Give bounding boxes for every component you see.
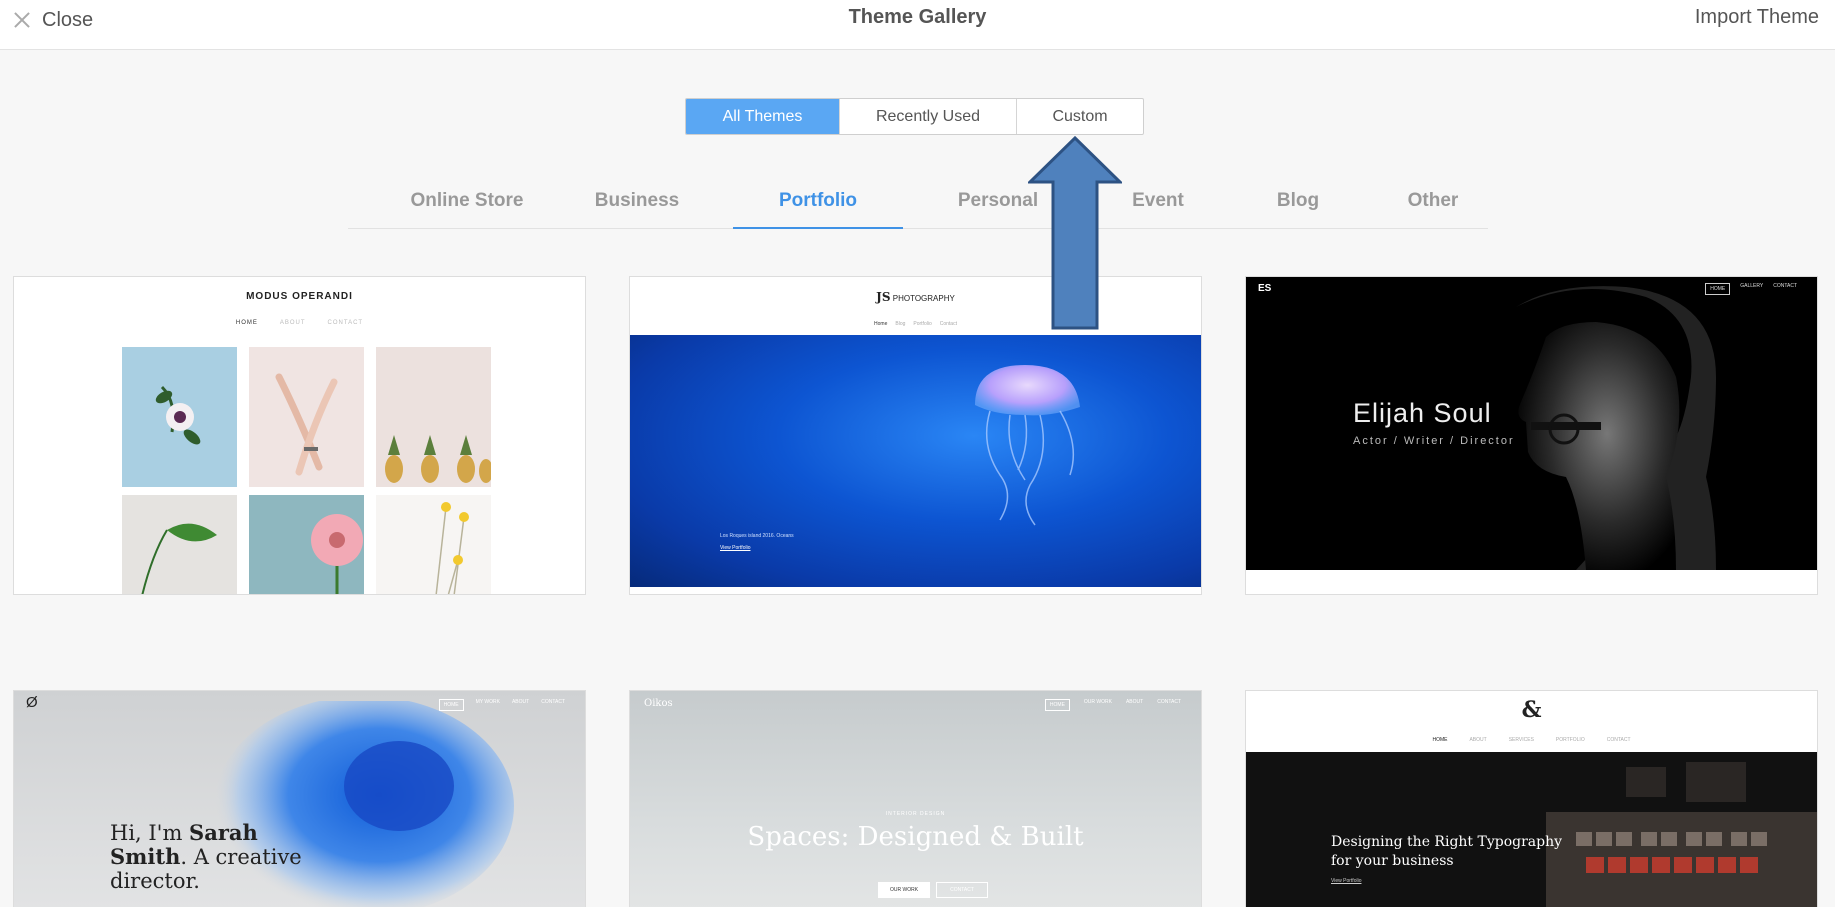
theme-nav: HOME ABOUT SERVICES PORTFOLIO CONTACT — [1246, 737, 1817, 743]
profile-portrait-illustration — [1516, 286, 1716, 570]
theme-nav-item: OUR WORK — [1083, 699, 1112, 705]
hero-kicker: INTERIOR DESIGN — [885, 811, 946, 817]
theme-nav-item: CONTACT — [1606, 737, 1631, 743]
theme-card-modus-operandi[interactable]: MODUS OPERANDI HOME ABOUT CONTACT — [13, 276, 586, 595]
theme-brand: MODUS OPERANDI — [246, 291, 353, 302]
theme-logo: & — [1521, 697, 1542, 723]
gerbera-photo — [249, 495, 364, 594]
theme-nav: HOME OUR WORK ABOUT CONTACT — [1044, 699, 1181, 711]
theme-nav-item: CONTACT — [1157, 699, 1181, 705]
hero-headline: Spaces: Designed & Built — [747, 822, 1084, 852]
theme-initials: ES — [1258, 283, 1272, 294]
hero-text: director. — [110, 869, 200, 893]
hero-text: for your business — [1331, 853, 1454, 869]
theme-card-spaces[interactable]: Oikos HOME OUR WORK ABOUT CONTACT INTERI… — [629, 690, 1202, 907]
theme-nav: HOME ABOUT CONTACT — [14, 320, 585, 326]
hero-link: View Portfolio — [1331, 878, 1362, 884]
flower-photo — [122, 347, 237, 487]
tab-all-themes[interactable]: All Themes — [686, 99, 840, 134]
tab-blog[interactable]: Blog — [1238, 190, 1358, 229]
theme-filter-segmented-control: All Themes Recently Used Custom — [685, 98, 1144, 135]
tab-custom[interactable]: Custom — [1017, 99, 1143, 134]
close-label: Close — [42, 8, 94, 31]
theme-nav-item: HOME — [438, 699, 464, 711]
tab-business[interactable]: Business — [567, 190, 707, 229]
theme-nav-item: MY WORK — [475, 699, 500, 705]
close-button[interactable]: Close — [12, 6, 93, 34]
hero-text-bold: Smith — [110, 844, 181, 869]
theme-nav-item: Contact — [939, 321, 957, 327]
theme-nav-item: ABOUT — [511, 699, 530, 705]
hero-text: . A creative — [180, 845, 302, 869]
theme-nav-item: SERVICES — [1508, 737, 1534, 743]
theme-nav-item: GALLERY — [1740, 283, 1764, 289]
theme-nav-item: CONTACT — [1773, 283, 1797, 289]
hero-caption: Los Roques island 2016. Oceans — [720, 533, 794, 539]
theme-nav-item: PORTFOLIO — [1555, 737, 1585, 743]
hero-name: Elijah Soul — [1353, 398, 1492, 428]
pineapples-photo — [376, 347, 491, 487]
import-theme-button[interactable]: Import Theme — [1695, 6, 1819, 29]
theme-brand-text: PHOTOGRAPHY — [892, 294, 955, 303]
theme-nav-item: Portfolio — [913, 321, 932, 327]
theme-nav-item: HOME — [1705, 283, 1731, 295]
portrait-hero — [1246, 277, 1817, 570]
hero-headline: Designing the Right Typography for your … — [1331, 833, 1562, 871]
theme-nav: HOME MY WORK ABOUT CONTACT — [438, 699, 565, 711]
yellow-flowers-photo — [376, 495, 491, 594]
hero-text: Hi, I'm — [110, 821, 190, 845]
theme-nav-item: Home — [874, 321, 888, 327]
page-title: Theme Gallery — [848, 6, 987, 28]
close-icon — [12, 10, 32, 30]
hands-photo — [249, 347, 364, 487]
hero-text-bold: Sarah — [189, 820, 258, 845]
tab-recently-used[interactable]: Recently Used — [840, 99, 1017, 134]
theme-card-sarah-smith[interactable]: Ø HOME MY WORK ABOUT CONTACT Hi, I'm Sar… — [13, 690, 586, 907]
jellyfish-illustration — [975, 365, 1080, 526]
theme-nav-item: Blog — [895, 321, 906, 327]
jellyfish-hero-image — [630, 335, 1201, 587]
hero-subtitle: Actor / Writer / Director — [1353, 435, 1515, 447]
theme-nav: HOME GALLERY CONTACT — [1705, 283, 1797, 295]
hero-secondary-button: CONTACT — [936, 882, 988, 898]
up-arrow-annotation — [1028, 136, 1122, 330]
category-tabs: Online Store Business Portfolio Personal… — [348, 190, 1488, 229]
tab-online-store[interactable]: Online Store — [384, 190, 550, 229]
top-bar: Close Theme Gallery Import Theme — [0, 0, 1835, 50]
hero-link: View Portfolio — [720, 545, 751, 551]
theme-nav-item: CONTACT — [541, 699, 565, 705]
theme-card-typography[interactable]: & HOME ABOUT SERVICES PORTFOLIO CONTACT … — [1245, 690, 1818, 907]
theme-nav-item: ABOUT — [279, 320, 306, 326]
theme-nav-item: CONTACT — [327, 320, 364, 326]
hero-text: Designing the Right Typography — [1331, 834, 1563, 850]
theme-nav-item: HOME — [1432, 737, 1448, 743]
theme-nav-item: ABOUT — [1469, 737, 1487, 743]
theme-brand-mark: JS — [876, 290, 891, 304]
theme-brand: Oikos — [644, 698, 673, 709]
tab-other[interactable]: Other — [1378, 190, 1488, 229]
theme-nav-item: HOME — [1044, 699, 1070, 711]
hero-primary-button: OUR WORK — [878, 882, 930, 898]
theme-nav-item: ABOUT — [1125, 699, 1144, 705]
hero-headline: Hi, I'm Sarah Smith. A creative director… — [110, 820, 302, 894]
theme-logo: Ø — [26, 694, 38, 711]
tab-portfolio[interactable]: Portfolio — [733, 190, 903, 229]
theme-card-elijah-soul[interactable]: ES HOME GALLERY CONTACT Elijah Soul Acto… — [1245, 276, 1818, 595]
theme-nav-item: HOME — [235, 320, 258, 326]
plant-photo — [122, 495, 237, 594]
